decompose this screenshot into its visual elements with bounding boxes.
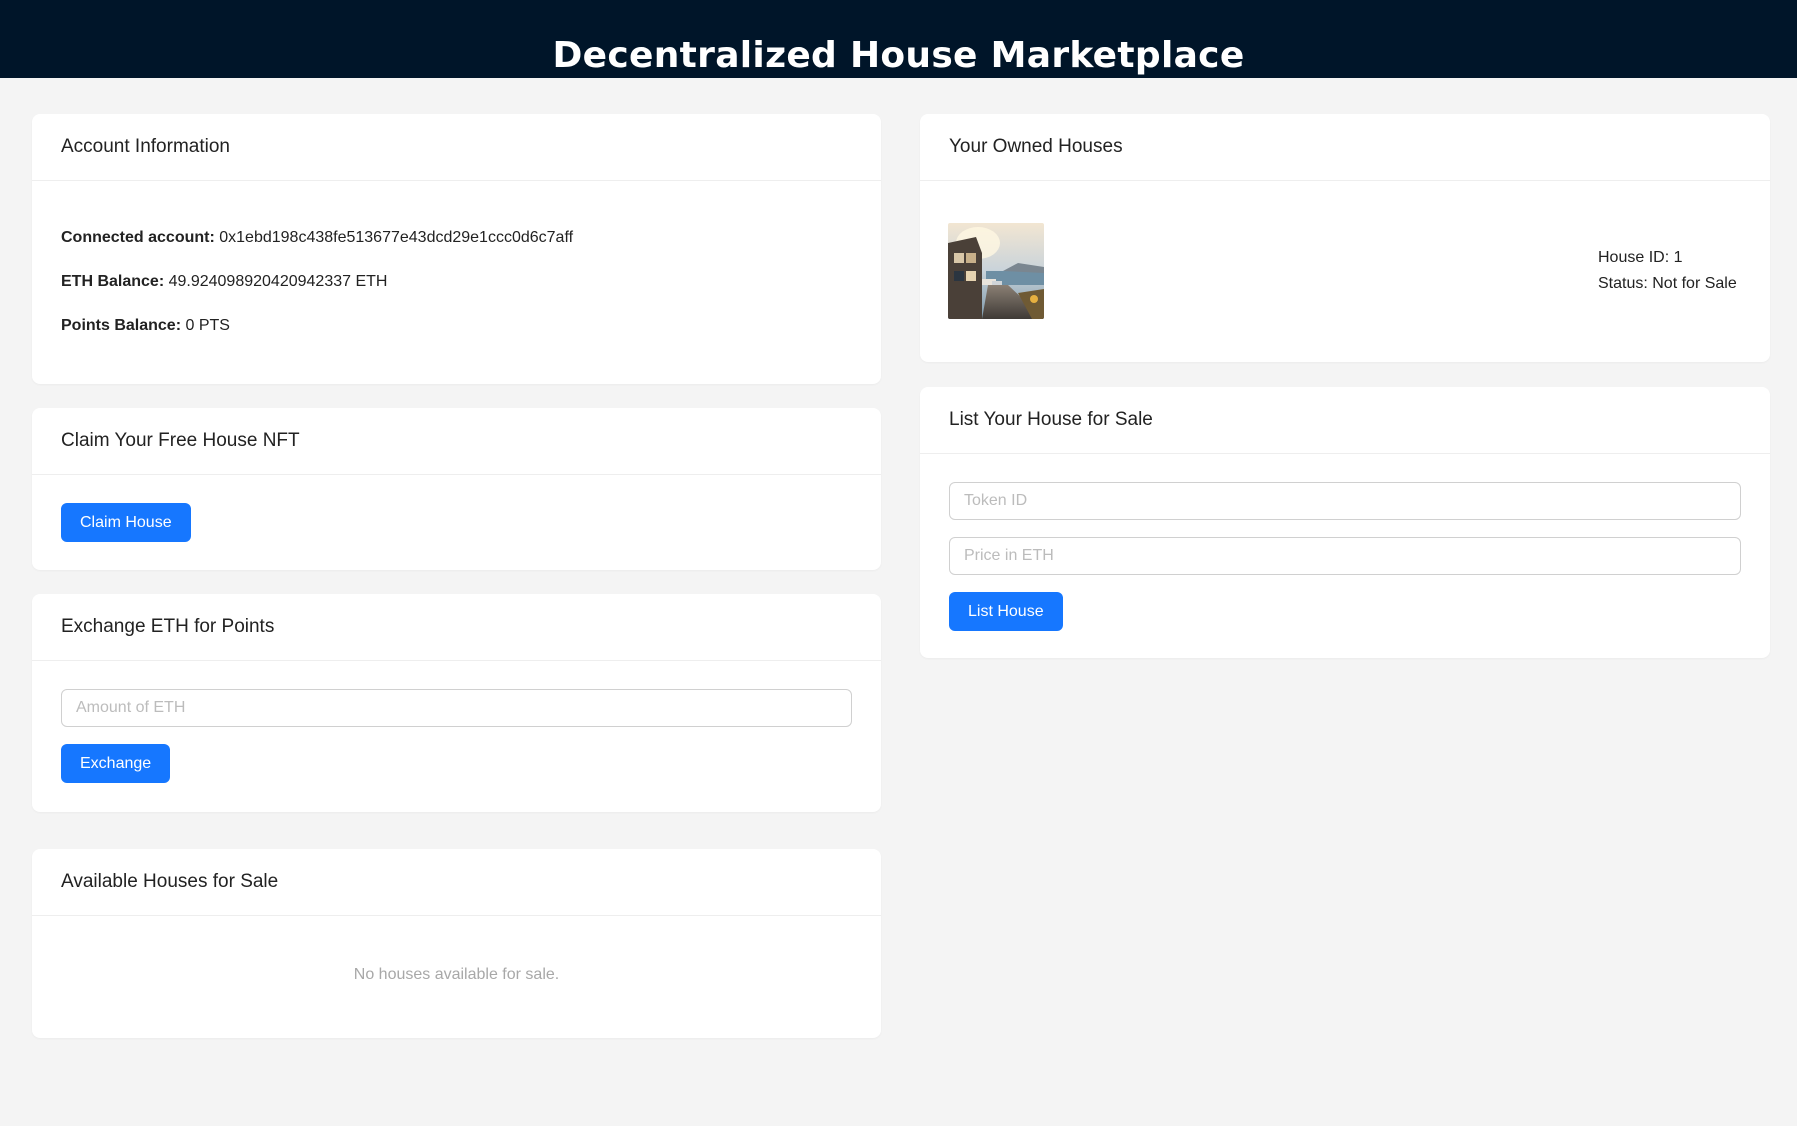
exchange-card: Exchange ETH for Points Exchange: [32, 594, 881, 812]
connected-account-value: 0x1ebd198c438fe513677e43dcd29e1ccc0d6c7a…: [219, 229, 574, 246]
house-id: House ID: 1: [1598, 249, 1683, 266]
app-header: Decentralized House Marketplace: [0, 0, 1797, 78]
points-balance-row: Points Balance: 0 PTS: [61, 315, 852, 337]
eth-balance-value: 49.924098920420942337 ETH: [168, 273, 388, 290]
eth-balance-row: ETH Balance: 49.924098920420942337 ETH: [61, 271, 852, 293]
available-houses-title: Available Houses for Sale: [32, 849, 881, 916]
available-houses-card: Available Houses for Sale No houses avai…: [32, 849, 881, 1038]
exchange-title: Exchange ETH for Points: [32, 594, 881, 661]
points-balance-label: Points Balance:: [61, 317, 182, 334]
token-id-input[interactable]: [949, 482, 1741, 520]
eth-amount-input[interactable]: [61, 689, 852, 727]
eth-balance-label: ETH Balance:: [61, 273, 165, 290]
owned-houses-card: Your Owned Houses House ID: 1 Status: No…: [920, 114, 1770, 362]
points-balance-value: 0 PTS: [185, 317, 230, 334]
claim-house-title: Claim Your Free House NFT: [32, 408, 881, 475]
no-houses-message: No houses available for sale.: [353, 966, 560, 983]
house-photo-icon: [948, 223, 1044, 319]
connected-account-row: Connected account: 0x1ebd198c438fe513677…: [61, 227, 852, 249]
account-info-title: Account Information: [32, 114, 881, 181]
house-meta: House ID: 1 Status: Not for Sale: [1598, 245, 1737, 297]
account-info-card: Account Information Connected account: 0…: [32, 114, 881, 384]
claim-house-button[interactable]: Claim House: [61, 503, 191, 542]
price-eth-input[interactable]: [949, 537, 1741, 575]
list-house-title: List Your House for Sale: [920, 387, 1770, 454]
connected-account-label: Connected account:: [61, 229, 215, 246]
exchange-button[interactable]: Exchange: [61, 744, 171, 783]
house-status: Status: Not for Sale: [1598, 275, 1737, 292]
owned-houses-title: Your Owned Houses: [920, 114, 1770, 181]
list-house-button[interactable]: List House: [949, 592, 1063, 631]
house-image[interactable]: [948, 223, 1044, 319]
claim-house-card: Claim Your Free House NFT Claim House: [32, 408, 881, 570]
page-title: Decentralized House Marketplace: [552, 35, 1245, 76]
list-house-card: List Your House for Sale List House: [920, 387, 1770, 658]
